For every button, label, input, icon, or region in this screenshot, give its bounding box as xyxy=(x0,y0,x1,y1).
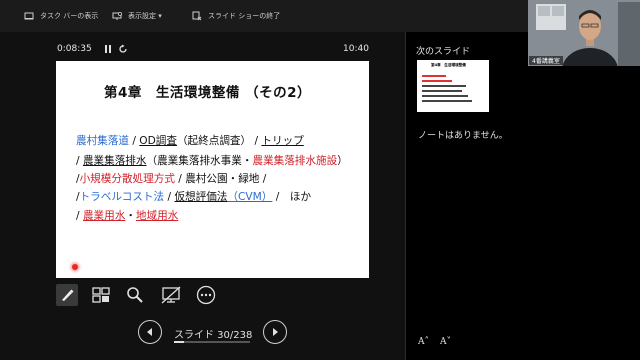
more-options-button[interactable] xyxy=(195,284,217,306)
thumb-text-line xyxy=(422,90,462,92)
slide-line-5: / 農業用水・地域用水 xyxy=(76,208,178,223)
display-settings-button[interactable]: 表示設定 ▾ xyxy=(112,9,162,23)
slide-text-segment: ） xyxy=(337,155,348,167)
slide-progress-fill xyxy=(174,341,184,343)
slide-text-segment: トラベルコスト法 xyxy=(79,191,165,203)
show-taskbar-label: タスク バーの表示 xyxy=(40,12,99,20)
display-settings-icon xyxy=(112,12,122,20)
thumb-text-line xyxy=(422,75,446,77)
end-slideshow-icon xyxy=(192,11,202,21)
current-slide: 第4章 生活環境整備 （その2） 農村集落道 / OD調査（起終点調査） / ト… xyxy=(56,61,369,278)
pen-tool-button[interactable] xyxy=(56,284,78,306)
slide-text-segment: 農業集落排水 xyxy=(82,155,147,167)
slide-line-3: /小規模分散処理方式 / 農村公園・緑地 / xyxy=(76,171,266,186)
slide-text-segment: ・ xyxy=(125,210,136,222)
slide-counter: スライド 30/238 xyxy=(174,330,253,341)
slide-text-segment: / xyxy=(164,191,175,203)
webcam-name-tag: 4番講義室 xyxy=(529,56,563,65)
slide-text-segment: OD調査 xyxy=(139,135,177,147)
restart-timer-icon[interactable] xyxy=(118,44,128,54)
slide-text-segment: / 農村公園・緑地 / xyxy=(174,173,267,185)
slide-line-2: / 農業集落排水（農業集落排水事業・農業集落排水施設） xyxy=(76,153,348,168)
show-taskbar-button[interactable]: タスク バーの表示 xyxy=(24,9,98,23)
slide-text-segment: / ほか xyxy=(272,191,312,203)
slide-title: 第4章 生活環境整備 （その2） xyxy=(104,85,311,101)
screen-off-icon xyxy=(161,286,181,304)
pen-icon xyxy=(62,289,74,301)
slide-text-segment: 仮想評価法 xyxy=(174,191,228,203)
more-options-icon xyxy=(196,285,216,305)
magnifier-icon xyxy=(127,287,143,303)
end-slideshow-label: スライド ショーの終了 xyxy=(208,12,281,20)
slide-text-segment: （起終点調査） / xyxy=(176,135,262,147)
next-slide-button[interactable] xyxy=(263,320,287,344)
next-slide-label: 次のスライド xyxy=(416,47,471,57)
increase-font-button[interactable]: A˄ xyxy=(418,337,429,347)
taskbar-icon xyxy=(24,12,34,20)
chevron-left-icon xyxy=(147,328,152,336)
thumb-text-line xyxy=(422,85,466,87)
black-screen-button[interactable] xyxy=(160,284,182,306)
zoom-button[interactable] xyxy=(124,284,146,306)
slide-text-segment: （CVM） xyxy=(227,191,273,203)
decrease-font-button[interactable]: A˅ xyxy=(440,337,451,347)
see-all-slides-button[interactable] xyxy=(90,284,112,306)
speaker-notes: ノートはありません。 xyxy=(418,131,508,141)
slide-text-segment: 農業集落排水施設 xyxy=(252,155,338,167)
slide-text-segment: / xyxy=(76,155,83,167)
end-slideshow-button[interactable]: スライド ショーの終了 xyxy=(192,9,280,23)
current-time: 10:40 xyxy=(343,44,369,54)
slide-text-segment: 農業用水 xyxy=(82,210,126,222)
slides-grid-icon xyxy=(92,287,110,303)
slide-text-segment: / xyxy=(128,135,140,147)
elapsed-timer: 0:08:35 xyxy=(57,44,92,54)
slide-text-segment: トリップ xyxy=(261,135,304,147)
slide-text-segment: 地域用水 xyxy=(135,210,179,222)
chevron-right-icon xyxy=(273,328,278,336)
slide-progress-bar xyxy=(174,341,250,343)
slide-text-segment: / xyxy=(76,210,83,222)
laser-pointer xyxy=(72,264,78,270)
display-settings-label: 表示設定 ▾ xyxy=(128,12,162,20)
thumb-text-line xyxy=(422,100,472,102)
panel-divider xyxy=(405,32,406,360)
slide-text-segment: （農業集落排水事業・ xyxy=(146,155,253,167)
next-slide-thumbnail[interactable]: 第4章 生活環境整備 xyxy=(417,60,489,112)
slide-line-1: 農村集落道 / OD調査（起終点調査） / トリップ xyxy=(76,133,304,148)
previous-slide-button[interactable] xyxy=(138,320,162,344)
pause-timer-icon[interactable] xyxy=(103,44,113,54)
next-thumb-title: 第4章 生活環境整備 xyxy=(431,63,466,67)
thumb-text-line xyxy=(422,95,468,97)
slide-text-segment: 小規模分散処理方式 xyxy=(79,173,175,185)
slide-line-4: /トラベルコスト法 / 仮想評価法（CVM） / ほか xyxy=(76,189,311,204)
thumb-text-line xyxy=(422,80,452,82)
slide-text-segment: 農村集落道 xyxy=(76,135,129,147)
